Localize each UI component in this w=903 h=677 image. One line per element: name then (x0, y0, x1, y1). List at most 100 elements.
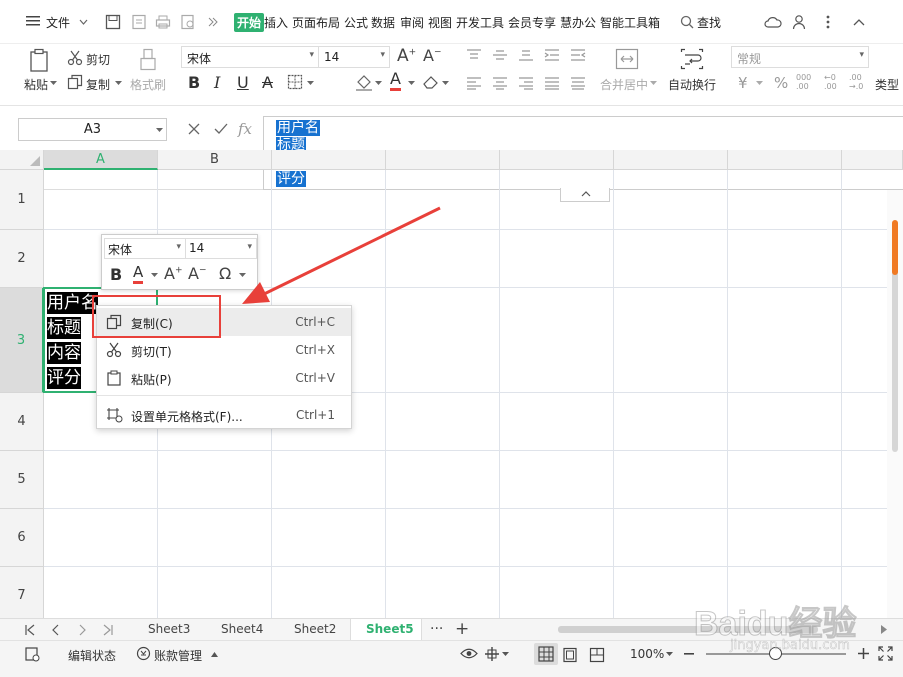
name-box[interactable]: A3 (18, 118, 167, 141)
font-color-button[interactable]: A (390, 70, 401, 91)
more-sheets-button[interactable]: ··· (430, 621, 443, 637)
number-format-select[interactable]: 常规 ▾ (731, 46, 869, 68)
column-header[interactable] (728, 150, 842, 170)
chevron-down-icon[interactable] (408, 81, 415, 86)
sheet-tab-sheet2[interactable]: Sheet2 (294, 622, 336, 636)
border-icon[interactable] (287, 74, 303, 90)
decrease-decimal-icon[interactable]: .00 →.0 (849, 73, 863, 91)
context-format-cells[interactable]: 设置单元格格式(F)... Ctrl+1 (97, 401, 351, 429)
print-icon[interactable] (155, 14, 171, 30)
chevron-down-icon[interactable] (502, 652, 509, 657)
file-menu[interactable]: 文件 (46, 14, 70, 31)
tab-review[interactable]: 审阅 (400, 14, 424, 31)
confirm-edit-icon[interactable] (214, 123, 228, 135)
search-label[interactable]: 查找 (697, 14, 721, 31)
align-left-icon[interactable] (466, 76, 482, 90)
fill-color-icon[interactable] (355, 74, 373, 92)
tab-formula[interactable]: 公式 (344, 14, 368, 31)
column-header[interactable] (386, 150, 500, 170)
percent-button[interactable]: % (774, 74, 788, 92)
accounts-label[interactable]: 账款管理 (154, 647, 202, 664)
row-header-6[interactable]: 6 (0, 509, 44, 567)
cut-button[interactable]: 剪切 (86, 51, 110, 68)
italic-button[interactable]: I (214, 73, 220, 92)
chevron-down-icon[interactable] (756, 81, 763, 86)
column-header[interactable] (500, 150, 614, 170)
eraser-icon[interactable] (422, 74, 440, 90)
indent-right-icon[interactable] (570, 48, 586, 62)
distribute-icon[interactable] (570, 76, 586, 90)
macro-record-icon[interactable] (24, 646, 40, 662)
justify-icon[interactable] (544, 76, 560, 90)
select-all-corner[interactable] (0, 150, 44, 170)
column-header-b[interactable]: B (158, 150, 272, 170)
currency-button[interactable]: ¥ (738, 74, 748, 92)
mini-font-shrink-button[interactable]: A− (188, 264, 207, 283)
vertical-scrollbar[interactable] (887, 190, 903, 618)
chevron-down-icon[interactable] (79, 19, 88, 25)
chevron-down-icon[interactable] (650, 81, 657, 86)
export-pdf-icon[interactable] (131, 14, 147, 30)
page-break-view-icon[interactable] (589, 647, 605, 663)
mini-font-grow-button[interactable]: A+ (164, 264, 183, 283)
font-name-select[interactable]: 宋体 ▾ (181, 46, 319, 68)
wrap-text-button[interactable]: 自动换行 (668, 76, 716, 93)
row-header-3[interactable]: 3 (0, 288, 44, 393)
font-size-select[interactable]: 14 ▾ (318, 46, 390, 68)
bold-button[interactable]: B (188, 73, 200, 92)
column-header[interactable] (614, 150, 728, 170)
scissors-icon[interactable] (67, 50, 83, 66)
chevron-down-icon[interactable] (50, 81, 57, 86)
strikethrough-button[interactable]: A (262, 73, 273, 92)
chevron-down-icon[interactable] (307, 81, 314, 86)
insert-function-button[interactable]: fx (238, 120, 252, 138)
align-bottom-icon[interactable] (518, 48, 534, 62)
copy-icon[interactable] (67, 74, 83, 90)
tab-toolbox[interactable]: 智能工具箱 (600, 14, 660, 31)
format-painter-icon[interactable] (138, 48, 158, 72)
page-layout-view-icon[interactable] (562, 647, 578, 663)
chevron-down-icon[interactable] (151, 273, 158, 278)
last-sheet-icon[interactable] (102, 624, 114, 636)
normal-view-icon[interactable] (534, 643, 558, 665)
tab-page-layout[interactable]: 页面布局 (292, 14, 340, 31)
merge-center-icon[interactable] (615, 48, 639, 70)
increase-decimal-icon[interactable]: ←0.00 (824, 73, 837, 91)
row-header-4[interactable]: 4 (0, 393, 44, 451)
sheet-tab-sheet5[interactable]: Sheet5 (350, 619, 422, 640)
collapse-formula-button[interactable] (560, 188, 610, 202)
context-cut[interactable]: 剪切(T) Ctrl+X (97, 336, 351, 364)
ledger-icon[interactable] (136, 646, 151, 661)
prev-sheet-icon[interactable] (50, 624, 62, 636)
mini-font-color-button[interactable]: A (133, 264, 144, 284)
share-user-icon[interactable] (792, 14, 808, 30)
column-header[interactable] (842, 150, 903, 170)
align-top-icon[interactable] (466, 48, 482, 62)
cancel-edit-icon[interactable] (188, 123, 200, 135)
align-middle-icon[interactable] (492, 48, 508, 62)
font-grow-icon[interactable]: A+ (397, 46, 416, 66)
paste-icon[interactable] (28, 48, 50, 72)
thousands-separator-icon[interactable]: 000.00 (796, 73, 811, 91)
chevron-down-icon[interactable] (375, 81, 382, 86)
more-quick-icon[interactable] (208, 17, 218, 27)
paste-button[interactable]: 粘贴 (24, 76, 48, 93)
eye-protection-icon[interactable] (460, 647, 478, 660)
tab-member[interactable]: 会员专享 (508, 14, 556, 31)
add-sheet-button[interactable]: + (455, 619, 469, 639)
more-vertical-icon[interactable] (826, 14, 830, 30)
mini-bold-button[interactable]: B (110, 265, 122, 284)
save-icon[interactable] (105, 14, 121, 30)
chevron-down-icon[interactable] (156, 128, 163, 133)
chevron-down-icon[interactable] (442, 81, 449, 86)
type-convert-button[interactable]: 类型 (875, 76, 903, 93)
zoom-level[interactable]: 100% (630, 647, 664, 661)
search-icon[interactable] (680, 15, 694, 29)
tab-insert[interactable]: 插入 (264, 14, 288, 31)
tab-home[interactable]: 开始 (234, 13, 265, 32)
row-header-1[interactable]: 1 (0, 170, 44, 230)
tab-smart-office[interactable]: 慧办公 (560, 14, 596, 31)
chevron-down-icon[interactable] (115, 81, 122, 86)
tab-data[interactable]: 数据 (371, 14, 395, 31)
mini-font-name-select[interactable]: 宋体 ▾ (104, 238, 186, 259)
